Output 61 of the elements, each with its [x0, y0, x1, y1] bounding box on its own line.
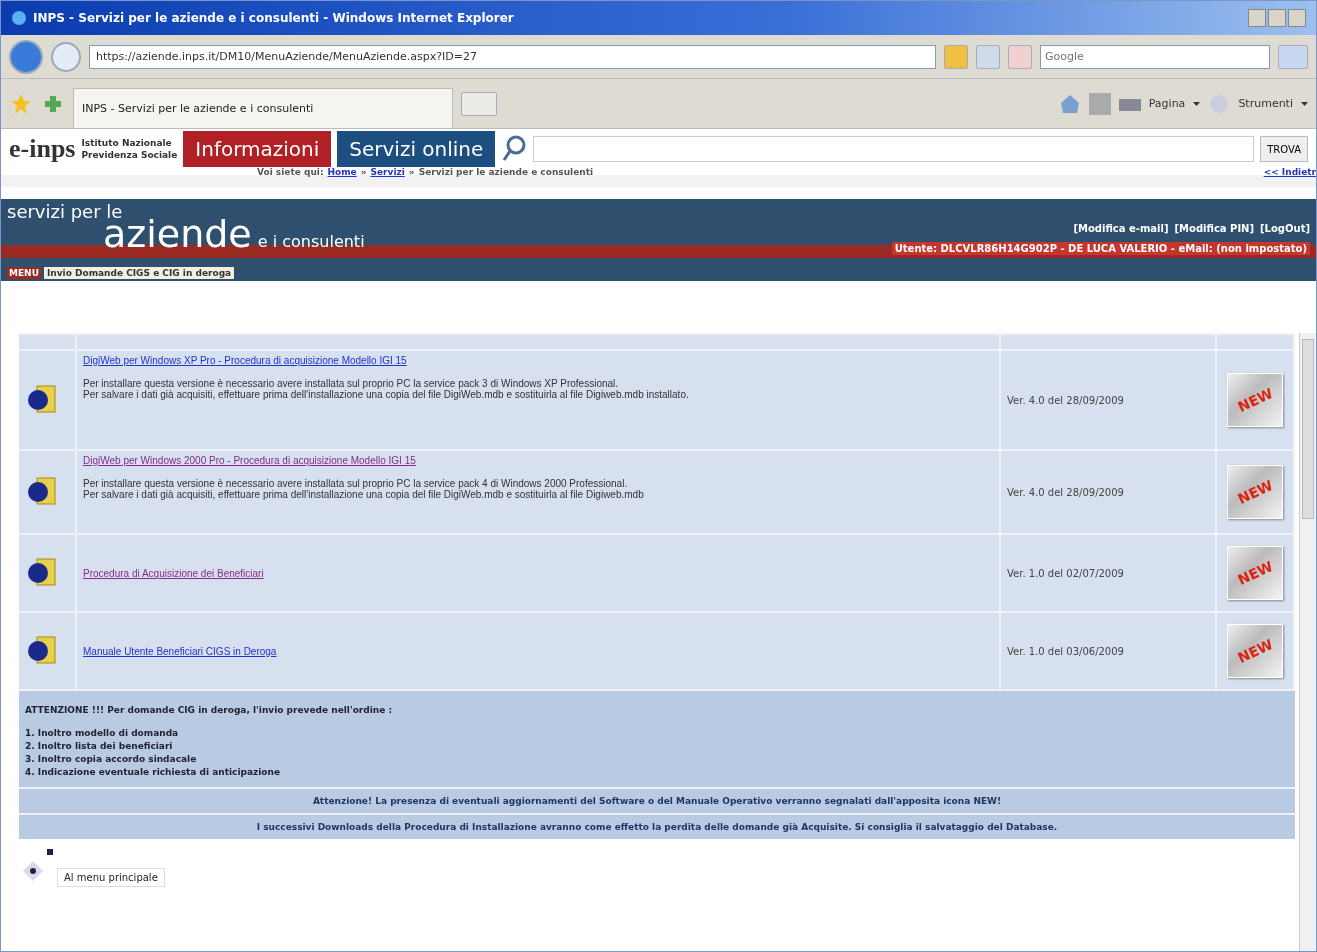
- back-button[interactable]: [9, 39, 43, 74]
- info-banner: I successivi Downloads della Procedura di Installazione avranno come effetto la perdita delle domande già Acquisite. Si consiglia il salvataggio del Database.: [19, 813, 1295, 839]
- breadcrumb-separator: »: [408, 167, 415, 177]
- download-link[interactable]: DigiWeb per Windows 2000 Pro - Procedura di acquisizione Modello IGI 15: [83, 455, 993, 466]
- refresh-button[interactable]: [976, 44, 1000, 69]
- account-link[interactable]: [Modifica e-mail]: [1073, 223, 1169, 234]
- notice-step: 4. Indicazione eventuale richiesta di anticipazione: [25, 766, 1289, 779]
- version-text: Ver. 1.0 del 02/07/2009: [1007, 567, 1125, 579]
- notice-step: 3. Inoltro copia accordo sindacale: [25, 753, 1289, 766]
- breadcrumb-separator: »: [360, 167, 367, 177]
- institute-name: Previdenza Sociale: [81, 149, 178, 161]
- search-button[interactable]: TROVA: [1260, 136, 1308, 162]
- description-text: Per salvare i dati già acquisiti, effettuare prima dell'installazione una copia del file DigiWeb.mdb e sostituirla al file Digiweb.mdb installato.: [83, 389, 690, 400]
- breadcrumb-link[interactable]: Servizi: [370, 167, 405, 177]
- banner-subtitle: e i consulenti: [257, 234, 365, 250]
- caret-icon[interactable]: [1193, 101, 1201, 106]
- download-link[interactable]: Procedura di Acquisizione dei Beneficiari: [83, 567, 993, 579]
- notice-heading: ATTENZIONE !!! Per domande CIG in deroga, l'invio prevede nell'ordine :: [25, 705, 394, 715]
- menu-label: MENU: [7, 267, 41, 279]
- forward-button[interactable]: [51, 41, 81, 72]
- stop-button[interactable]: [1008, 44, 1032, 69]
- institute-name: Istituto Nazionale: [81, 137, 173, 149]
- version-text: Ver. 4.0 del 28/09/2009: [1007, 394, 1125, 406]
- description-text: Per installare questa versione è necessario avere installata sul proprio PC la service pack 4 di Windows 2000 Professional.: [83, 478, 628, 489]
- breadcrumb-current: Servizi per le aziende e consulenti: [418, 167, 594, 177]
- user-info: Utente: DLCVLR86H14G902P - DE LUCA VALERIO - eMail: (non impostato): [891, 242, 1310, 255]
- menu-item[interactable]: Invio Domande CIGS e CIG in deroga: [43, 267, 235, 279]
- site-tab[interactable]: Servizi online: [337, 131, 496, 167]
- version-text: Ver. 1.0 del 03/06/2009: [1007, 645, 1125, 657]
- minimize-button[interactable]: [1248, 9, 1266, 27]
- tools-menu[interactable]: Strumenti: [1238, 97, 1293, 110]
- site-search-field[interactable]: [533, 136, 1255, 162]
- notice-step: 2. Inoltro lista dei beneficiari: [25, 740, 1289, 753]
- home-icon[interactable]: [1058, 92, 1081, 115]
- scrollbar-thumb[interactable]: [1302, 339, 1314, 519]
- site-logo[interactable]: e-inps: [9, 134, 76, 164]
- info-banner: Attenzione! La presenza di eventuali aggiornamenti del Software o del Manuale Operativo verranno segnalati dall'apposita icona NEW!: [19, 787, 1295, 813]
- download-link[interactable]: Manuale Utente Beneficiari CIGS in Deroga: [83, 645, 993, 657]
- search-button[interactable]: [1278, 44, 1308, 69]
- account-link[interactable]: [LogOut]: [1260, 223, 1310, 234]
- account-link[interactable]: [Modifica PIN]: [1174, 223, 1255, 234]
- close-button[interactable]: [1288, 9, 1306, 27]
- page-menu[interactable]: Pagina: [1148, 97, 1186, 110]
- breadcrumb-link[interactable]: Home: [327, 167, 357, 177]
- new-tab-button[interactable]: [461, 91, 497, 116]
- description-text: Per salvare i dati già acquisiti, effettuare prima dell'installazione una copia del file DigiWeb.mdb e sostituirla al file Digiweb.mdb: [83, 489, 645, 500]
- description-text: Per installare questa versione è necessario avere installata sul proprio PC la service pack 3 di Windows XP Professional.: [83, 378, 619, 389]
- download-link[interactable]: DigiWeb per Windows XP Pro - Procedura di acquisizione Modello IGI 15: [83, 355, 993, 366]
- maximize-button[interactable]: [1268, 9, 1286, 27]
- search-field[interactable]: Google: [1040, 44, 1270, 69]
- scrollbar[interactable]: [1299, 333, 1316, 951]
- notice-step: 1. Inoltro modello di domanda: [25, 727, 1289, 740]
- back-link[interactable]: << Indietr: [1263, 167, 1316, 177]
- caret-icon[interactable]: [1301, 101, 1308, 106]
- browser-tab[interactable]: INPS - Servizi per le aziende e i consulenti: [73, 87, 453, 128]
- window-title: INPS - Servizi per le aziende e i consulenti - Windows Internet Explorer: [33, 11, 514, 25]
- site-tab[interactable]: Informazioni: [183, 131, 332, 167]
- main-menu-link[interactable]: Al menu principale: [57, 868, 165, 887]
- breadcrumb-label: Voi siete qui:: [257, 167, 324, 177]
- address-field[interactable]: https://aziende.inps.it/DM10/MenuAziende/MenuAziende.aspx?ID=27: [89, 44, 936, 69]
- version-text: Ver. 4.0 del 28/09/2009: [1007, 486, 1125, 498]
